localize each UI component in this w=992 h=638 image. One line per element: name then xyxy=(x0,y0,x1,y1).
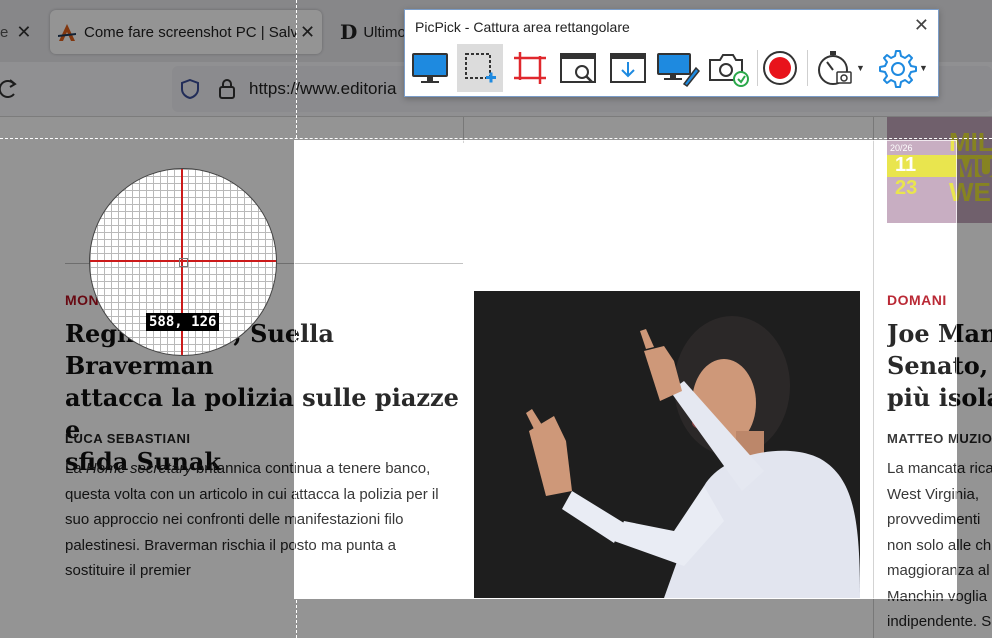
scroll-capture-icon xyxy=(610,53,646,83)
crosshair-guide-horizontal xyxy=(0,138,992,139)
capture-freehand-button[interactable] xyxy=(655,44,701,92)
magnifier-center-pixel xyxy=(179,258,188,267)
record-icon xyxy=(763,51,797,85)
freehand-icon xyxy=(657,53,700,88)
window-capture-icon xyxy=(560,53,596,83)
capture-rectangular-region-button[interactable] xyxy=(457,44,503,92)
full-screen-icon xyxy=(412,53,448,83)
chevron-down-icon: ▼ xyxy=(919,63,928,73)
cursor-coordinates: 588, 126 xyxy=(146,313,220,331)
capture-scrolling-window-button[interactable] xyxy=(605,44,651,92)
picpick-window-title: PicPick - Cattura area rettangolare xyxy=(415,19,630,35)
capture-dim-overlay xyxy=(957,140,992,638)
screen-record-button[interactable] xyxy=(757,44,803,92)
fixed-region-icon xyxy=(514,52,546,84)
capture-full-screen-button[interactable] xyxy=(407,44,453,92)
repeat-capture-icon xyxy=(709,54,749,87)
capture-window-button[interactable] xyxy=(555,44,601,92)
rectangle-region-icon xyxy=(465,53,496,83)
timer-icon xyxy=(818,51,852,85)
settings-gear-icon xyxy=(879,50,918,88)
chevron-down-icon: ▼ xyxy=(856,63,865,73)
capture-timer-button[interactable]: ▼ xyxy=(812,44,868,92)
capture-selection-area[interactable] xyxy=(294,140,957,599)
crosshair-guide-vertical xyxy=(296,0,297,638)
close-icon[interactable]: ✕ xyxy=(914,15,929,36)
capture-fixed-region-button[interactable] xyxy=(507,44,553,92)
picpick-capture-toolbar[interactable]: PicPick - Cattura area rettangolare ✕ ▼ … xyxy=(404,9,939,97)
settings-button[interactable]: ▼ xyxy=(875,44,931,92)
repeat-last-capture-button[interactable] xyxy=(705,44,751,92)
toolbar-separator xyxy=(807,50,808,86)
capture-dim-overlay xyxy=(294,599,957,638)
